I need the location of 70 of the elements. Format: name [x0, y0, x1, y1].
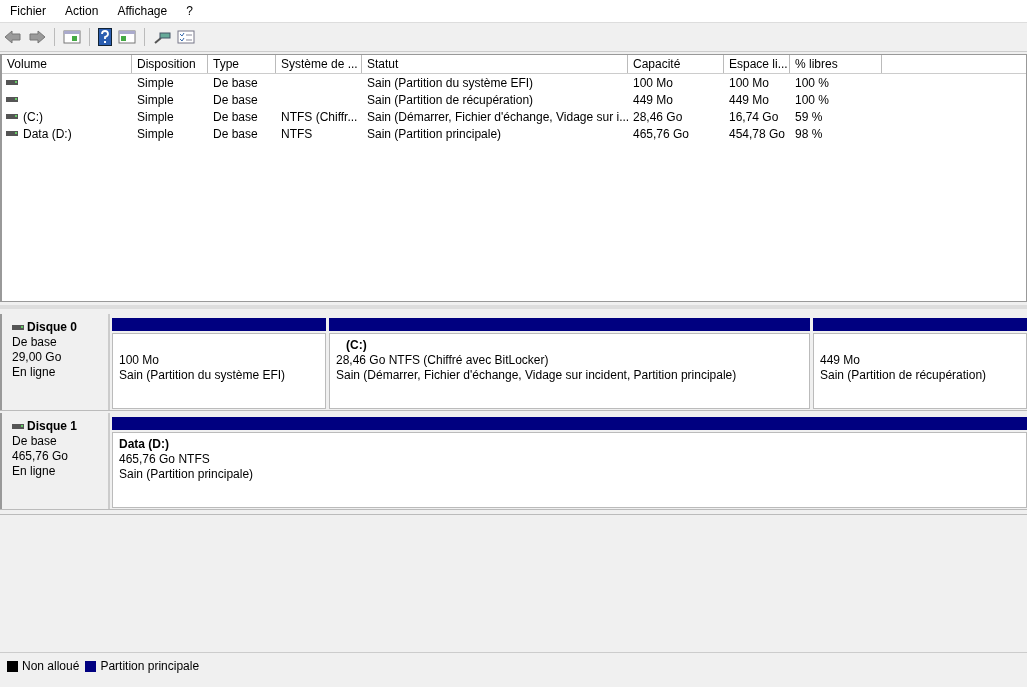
disk-name: Disque 1	[27, 419, 77, 434]
table-cell: 16,74 Go	[729, 109, 779, 124]
partition-label: Data (D:)	[119, 437, 170, 452]
table-cell: 28,46 Go	[633, 109, 683, 124]
column-header[interactable]: Système de ...	[276, 55, 362, 73]
back-arrow-icon[interactable]	[4, 29, 22, 45]
table-cell: Data (D:)	[23, 126, 72, 141]
panel-icon[interactable]	[63, 29, 81, 45]
table-cell: 100 %	[795, 92, 830, 107]
table-cell: Simple	[137, 126, 174, 141]
table-cell: 465,76 Go	[633, 126, 690, 141]
column-header[interactable]: % libres	[790, 55, 882, 73]
table-cell: Simple	[137, 75, 174, 90]
column-header[interactable]: Type	[208, 55, 276, 73]
partition-label: (C:)	[345, 338, 368, 353]
column-header[interactable]: Statut	[362, 55, 628, 73]
table-cell: Sain (Partition de récupération)	[367, 92, 534, 107]
table-cell: Simple	[137, 92, 174, 107]
legend-label: Non alloué	[22, 659, 80, 673]
table-cell: Sain (Partition principale)	[367, 126, 502, 141]
checklist-icon[interactable]	[177, 29, 195, 45]
column-header[interactable]: Capacité	[628, 55, 724, 73]
partition-status: Sain (Partition principale)	[119, 467, 255, 482]
disk-state: En ligne	[12, 365, 57, 380]
menu-item[interactable]: Fichier	[10, 4, 46, 18]
table-cell: De base	[213, 75, 258, 90]
table-cell: 454,78 Go	[729, 126, 786, 141]
menu-item[interactable]: Action	[65, 4, 99, 18]
disk-state: En ligne	[12, 464, 57, 479]
forward-arrow-icon[interactable]	[28, 29, 46, 45]
table-cell: De base	[213, 92, 258, 107]
partition-block[interactable]: (C:) 28,46 Go NTFS (Chiffré avec BitLocker) Sain (Démarrer, Fichier d'échange, Vidage sur incident, Partition principale)	[329, 333, 810, 409]
partition-status: Sain (Partition de récupération)	[820, 368, 988, 383]
disk-type: De base	[12, 434, 58, 449]
partition-block[interactable]: Data (D:) 465,76 Go NTFS Sain (Partition principale)	[112, 432, 1027, 508]
menu-item[interactable]: Affichage	[117, 4, 168, 18]
table-cell: 449 Mo	[729, 92, 770, 107]
column-header[interactable]: Espace li...	[724, 55, 790, 73]
table-cell: 100 Mo	[729, 75, 770, 90]
disk-size: 465,76 Go	[12, 449, 70, 464]
table-cell: Simple	[137, 109, 174, 124]
partition-block[interactable]: 100 Mo Sain (Partition du système EFI)	[112, 333, 326, 409]
panel-icon[interactable]	[118, 29, 136, 45]
partition-size: 465,76 Go NTFS	[119, 452, 211, 467]
table-cell: 100 Mo	[633, 75, 674, 90]
legend-label: Partition principale	[100, 659, 200, 673]
menu-item[interactable]: ?	[186, 4, 193, 18]
table-cell: 449 Mo	[633, 92, 674, 107]
table-cell: NTFS (Chiffr...	[281, 109, 358, 124]
table-cell: NTFS	[281, 126, 313, 141]
partition-status: Sain (Démarrer, Fichier d'échange, Vidage sur incident, Partition principale)	[336, 368, 738, 383]
disk-size: 29,00 Go	[12, 350, 63, 365]
partition-status: Sain (Partition du système EFI)	[119, 368, 287, 383]
table-cell: 98 %	[795, 126, 823, 141]
table-cell: 100 %	[795, 75, 830, 90]
table-cell: (C:)	[23, 109, 43, 124]
help-icon[interactable]	[98, 28, 112, 46]
table-cell: Sain (Démarrer, Fichier d'échange, Vidage sur i...	[367, 109, 630, 124]
partition-block[interactable]: 449 Mo Sain (Partition de récupération)	[813, 333, 1027, 409]
disk-type: De base	[12, 335, 58, 350]
column-header[interactable]: Volume	[2, 55, 132, 73]
partition-size: 28,46 Go NTFS (Chiffré avec BitLocker)	[336, 353, 550, 368]
table-cell: Sain (Partition du système EFI)	[367, 75, 534, 90]
partition-size: 100 Mo	[119, 353, 161, 368]
table-cell: De base	[213, 109, 258, 124]
table-cell: De base	[213, 126, 258, 141]
column-header[interactable]: Disposition	[132, 55, 208, 73]
disk-name: Disque 0	[27, 320, 77, 335]
table-cell: 59 %	[795, 109, 823, 124]
partition-size: 449 Mo	[820, 353, 862, 368]
